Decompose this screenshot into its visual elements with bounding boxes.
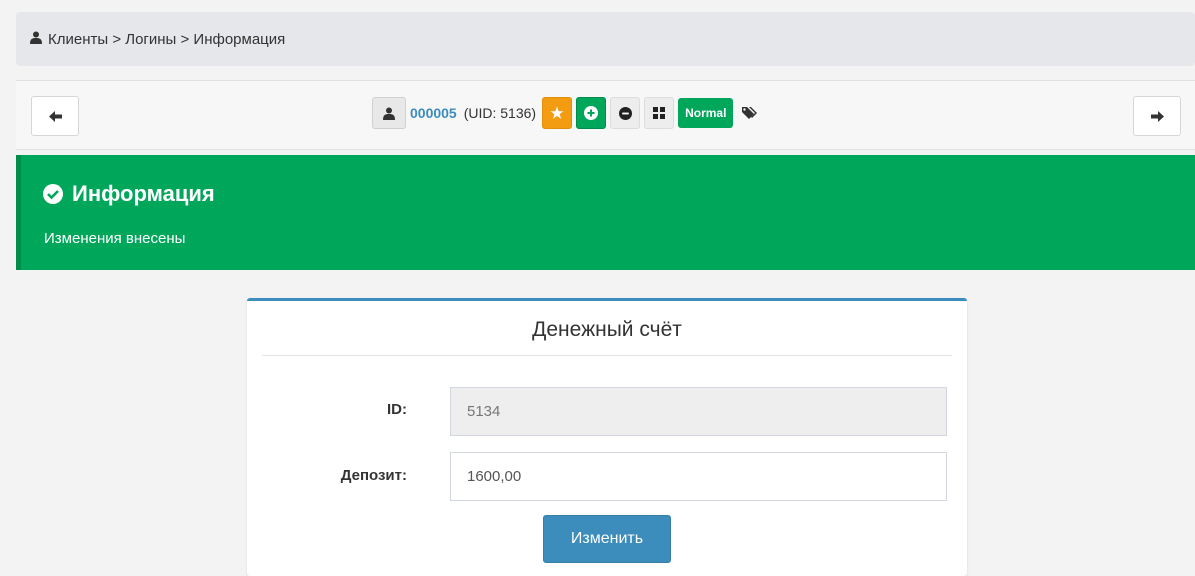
tags-button[interactable] xyxy=(737,97,765,129)
services-button[interactable] xyxy=(644,97,675,129)
navigation-toolbar: 000005 (UID: 5136) Normal xyxy=(16,80,1195,150)
plus-circle-icon xyxy=(584,106,599,120)
user-icon xyxy=(383,107,395,120)
breadcrumb-text: Клиенты > Логины > Информация xyxy=(48,30,286,48)
id-field: 5134 xyxy=(450,387,947,436)
panel-title: Денежный счёт xyxy=(262,301,952,356)
prev-button[interactable] xyxy=(31,96,79,136)
alert-title: Информация xyxy=(43,181,215,207)
grid-icon xyxy=(653,107,666,119)
uid-text: (UID: 5136) xyxy=(463,105,537,121)
alert-message: Изменения внесены xyxy=(44,230,186,247)
next-button[interactable] xyxy=(1133,96,1181,136)
arrow-left-icon xyxy=(48,110,62,122)
login-number-link[interactable]: 000005 xyxy=(410,105,457,121)
login-toolbar: 000005 (UID: 5136) Normal xyxy=(372,96,765,130)
id-label: ID: xyxy=(387,401,407,418)
favorite-button[interactable] xyxy=(542,97,573,129)
minus-circle-icon xyxy=(618,106,632,120)
breadcrumb: Клиенты > Логины > Информация xyxy=(16,12,1195,66)
deposit-field[interactable]: 1600,00 xyxy=(450,452,947,501)
money-account-panel: Денежный счёт ID: 5134 Депозит: 1600,00 … xyxy=(247,298,967,576)
user-icon xyxy=(30,31,42,48)
star-icon xyxy=(550,106,564,119)
check-circle-icon xyxy=(43,184,63,204)
alert-title-text: Информация xyxy=(72,181,215,206)
success-alert: Информация Изменения внесены xyxy=(16,155,1195,270)
submit-button[interactable]: Изменить xyxy=(543,515,671,563)
status-badge: Normal xyxy=(678,98,734,128)
tags-icon xyxy=(742,107,758,119)
disable-button[interactable] xyxy=(610,97,641,129)
arrow-right-icon xyxy=(1150,110,1164,122)
user-button[interactable] xyxy=(372,97,406,129)
add-button[interactable] xyxy=(576,97,607,129)
deposit-label: Депозит: xyxy=(340,467,407,484)
